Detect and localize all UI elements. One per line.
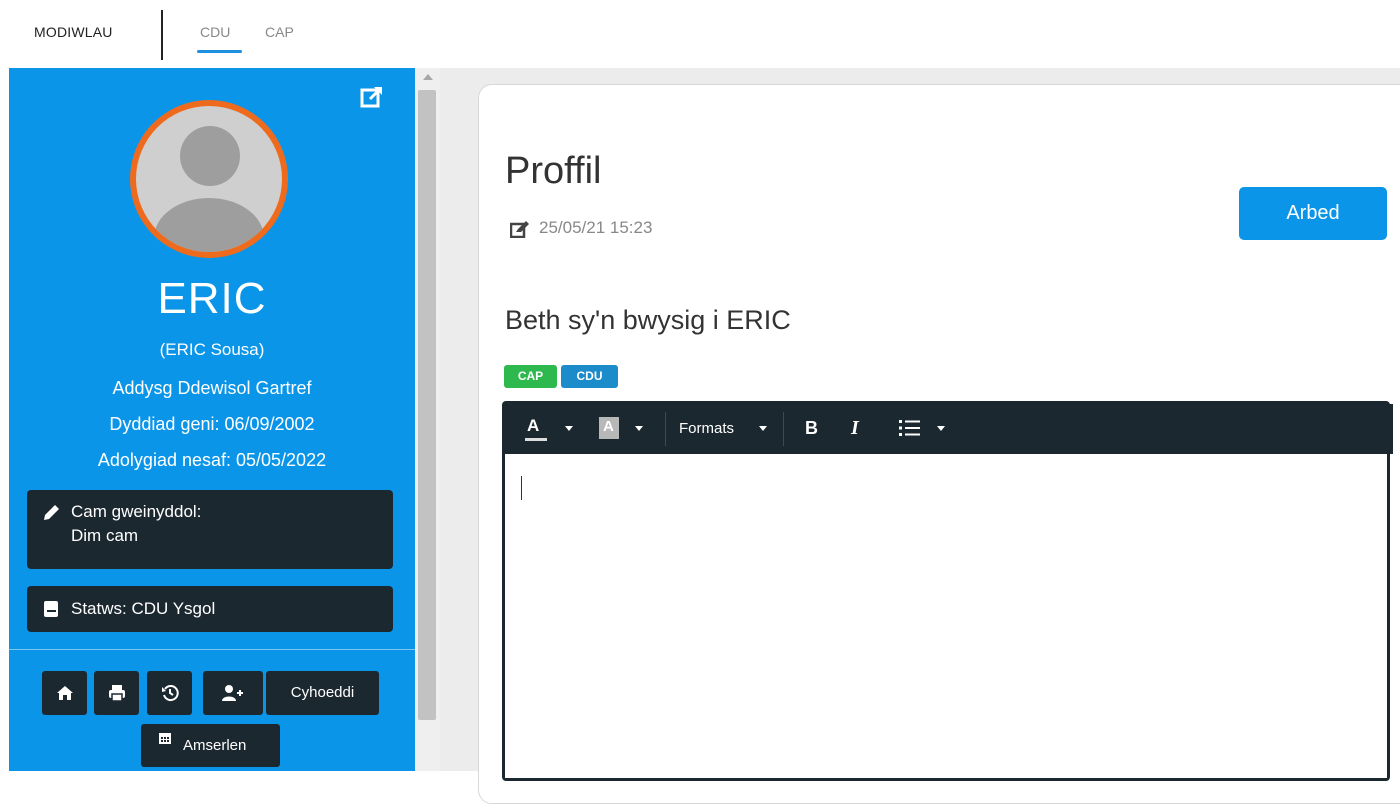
save-button[interactable]: Arbed	[1239, 187, 1387, 240]
tag-cdu: CDU	[561, 365, 618, 388]
list-icon	[899, 420, 920, 436]
chevron-down-icon	[565, 426, 573, 431]
schedule-button[interactable]: Amserlen	[141, 724, 280, 767]
italic-icon: I	[851, 417, 859, 439]
editor-content-area[interactable]	[505, 454, 1387, 778]
publish-button[interactable]: Cyhoeddi	[266, 671, 379, 715]
avatar-placeholder-icon	[136, 106, 282, 252]
rich-text-editor: A A Formats B I	[502, 401, 1393, 781]
admin-stage-label: Cam gweinyddol:	[71, 502, 202, 521]
student-name: ERIC	[157, 274, 267, 323]
list-button[interactable]	[895, 404, 955, 454]
font-color-button[interactable]: A	[521, 404, 573, 454]
background-color-icon: A	[603, 418, 614, 435]
toolbar-separator	[665, 412, 666, 446]
external-edit-icon[interactable]	[359, 84, 385, 110]
student-full-name: (ERIC Sousa)	[159, 340, 265, 359]
profile-sidebar: ERIC (ERIC Sousa) Addysg Ddewisol Gartre…	[9, 68, 415, 771]
tab-cap[interactable]: CAP	[265, 24, 294, 40]
print-button[interactable]	[94, 671, 139, 715]
top-navigation: MODIWLAU CDU CAP	[0, 0, 1400, 68]
print-icon	[108, 685, 125, 702]
chevron-down-icon	[759, 426, 767, 431]
page-title: Proffil	[505, 150, 602, 192]
history-button[interactable]	[147, 671, 192, 715]
status-text: Statws: CDU Ysgol	[71, 599, 216, 618]
bold-button[interactable]: B	[803, 404, 825, 454]
sidebar-divider	[9, 649, 415, 650]
active-tab-indicator	[197, 50, 242, 53]
background-color-button[interactable]: A	[595, 404, 653, 454]
modules-label: MODIWLAU	[34, 24, 113, 40]
education-type: Addysg Ddewisol Gartref	[112, 378, 312, 398]
text-cursor	[521, 476, 522, 500]
status-card: Statws: CDU Ysgol	[27, 586, 393, 632]
section-title: Beth sy'n bwysig i ERIC	[505, 305, 791, 335]
date-of-birth: Dyddiad geni: 06/09/2002	[109, 414, 315, 434]
font-color-icon: A	[527, 416, 540, 435]
italic-button[interactable]: I	[847, 404, 869, 454]
tab-cdu[interactable]: CDU	[200, 24, 230, 40]
avatar	[130, 100, 288, 258]
last-edited-timestamp: 25/05/21 15:23	[539, 218, 653, 237]
sidebar-scrollbar[interactable]	[415, 68, 440, 771]
book-icon	[44, 601, 58, 617]
chevron-down-icon	[937, 426, 945, 431]
tag-cap: CAP	[504, 365, 557, 388]
pencil-icon	[44, 505, 59, 520]
chevron-down-icon	[635, 426, 643, 431]
formats-dropdown[interactable]: Formats	[677, 404, 777, 454]
admin-stage-card: Cam gweinyddol: Dim cam	[27, 490, 393, 569]
schedule-label: Amserlen	[183, 737, 247, 754]
add-user-icon	[222, 685, 243, 701]
toolbar-separator	[783, 412, 784, 446]
admin-stage-value: Dim cam	[71, 526, 139, 545]
calendar-icon	[159, 733, 171, 744]
add-user-button[interactable]	[203, 671, 263, 715]
bold-icon: B	[805, 418, 818, 438]
history-icon	[161, 685, 179, 702]
edit-note-icon	[510, 221, 529, 238]
next-review: Adolygiad nesaf: 05/05/2022	[97, 450, 327, 470]
scroll-thumb[interactable]	[418, 90, 436, 720]
nav-divider	[161, 10, 163, 60]
home-icon	[56, 686, 73, 700]
formats-label: Formats	[679, 420, 735, 437]
editor-toolbar: A A Formats B I	[505, 404, 1393, 454]
scroll-up-icon[interactable]	[423, 74, 433, 80]
home-button[interactable]	[42, 671, 87, 715]
